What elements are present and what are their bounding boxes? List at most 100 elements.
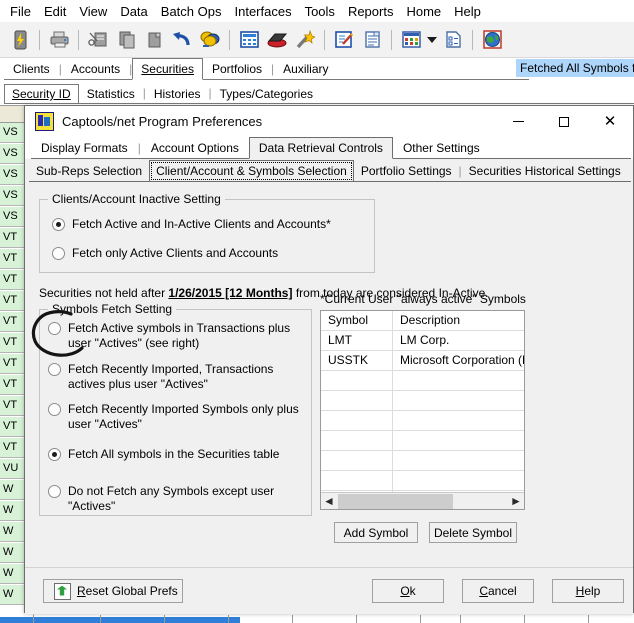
current-user-symbols-table[interactable]: SymbolDescriptionLMTLM Corp.USSTKMicroso… (320, 310, 525, 510)
menu-item-file[interactable]: File (4, 2, 38, 21)
symbols-table-cell-symbol[interactable] (321, 391, 393, 410)
symbols-table-cell-symbol[interactable] (321, 371, 393, 390)
radio-fetch-all-symbols-button[interactable] (48, 448, 61, 461)
ok-button[interactable]: Ok (372, 579, 444, 603)
symbols-table-cell-description[interactable] (393, 391, 524, 410)
symbols-table-row[interactable] (321, 371, 524, 391)
dialog-subtab-sub-reps-selection[interactable]: Sub-Reps Selection (29, 160, 149, 182)
radio-do-not-fetch-symbols[interactable]: Do not Fetch any Symbols except user "Ac… (48, 484, 306, 514)
dialog-title-bar[interactable]: Captools/net Program Preferences ✕ (25, 106, 633, 137)
dialog-subtab-portfolio-settings[interactable]: Portfolio Settings (354, 160, 459, 182)
copy-document-icon[interactable] (112, 25, 140, 55)
magic-wand-icon[interactable] (291, 25, 319, 55)
menu-item-tools[interactable]: Tools (299, 2, 342, 21)
symbols-table-horizontal-scrollbar[interactable]: ◄ ► (321, 492, 524, 509)
lightning-bolt-icon[interactable] (6, 25, 34, 55)
subtab-statistics[interactable]: Statistics (79, 84, 143, 104)
dialog-subtab-client-account-symbols-selection[interactable]: Client/Account & Symbols Selection (149, 160, 354, 182)
symbols-table-cell-symbol[interactable] (321, 451, 393, 470)
minimize-icon[interactable] (495, 106, 541, 137)
symbols-table-cell-description[interactable] (393, 371, 524, 390)
symbols-table-row[interactable] (321, 451, 524, 471)
tab-portfolios[interactable]: Portfolios (203, 58, 271, 80)
coins-icon[interactable] (196, 25, 224, 55)
symbols-table-cell-symbol[interactable] (321, 411, 393, 430)
scroll-right-icon[interactable]: ► (508, 493, 524, 509)
radio-fetch-all-symbols[interactable]: Fetch All symbols in the Securities tabl… (48, 447, 306, 462)
dialog-tab-other-settings[interactable]: Other Settings (393, 137, 490, 159)
globe-icon[interactable] (478, 25, 506, 55)
inactive-cutoff-date[interactable]: 1/26/2015 [12 Months] (168, 286, 292, 300)
subtab-statistics-label: Statistics (87, 87, 135, 101)
symbols-table-row[interactable] (321, 391, 524, 411)
symbols-table-row[interactable] (321, 471, 524, 491)
dialog-tab-data-retrieval-controls[interactable]: Data Retrieval Controls (249, 137, 393, 159)
subtab-security-id[interactable]: Security ID (4, 84, 79, 104)
undo-arrow-icon[interactable] (168, 25, 196, 55)
tab-accounts[interactable]: Accounts (62, 58, 129, 80)
menu-item-data[interactable]: Data (114, 2, 154, 21)
symbols-table-row[interactable] (321, 431, 524, 451)
radio-fetch-recently-imported-only[interactable]: Fetch Recently Imported Symbols only plu… (48, 402, 306, 432)
printer-icon[interactable] (45, 25, 73, 55)
tab-securities[interactable]: Securities (132, 58, 203, 80)
tab-auxiliary[interactable]: Auxiliary (274, 58, 337, 80)
menu-item-reports[interactable]: Reports (342, 2, 401, 21)
properties-icon[interactable] (439, 25, 467, 55)
radio-do-not-fetch-symbols-button[interactable] (48, 485, 61, 498)
symbols-table-row[interactable] (321, 411, 524, 431)
calculator-icon[interactable] (235, 25, 263, 55)
radio-fetch-recently-imported-transactions-button[interactable] (48, 363, 61, 376)
maximize-icon[interactable] (541, 106, 587, 137)
card-file-icon[interactable] (263, 25, 291, 55)
symbols-table-cell-description[interactable] (393, 451, 524, 470)
radio-fetch-recently-imported-only-button[interactable] (48, 403, 61, 416)
symbols-table-cell-description[interactable]: LM Corp. (393, 331, 524, 350)
symbols-table-cell-symbol[interactable]: LMT (321, 331, 393, 350)
dialog-subtab-securities-historical-settings[interactable]: Securities Historical Settings (462, 160, 628, 182)
radio-fetch-active-transactions-button[interactable] (48, 322, 61, 335)
report-icon[interactable] (358, 25, 386, 55)
menu-item-batch-ops[interactable]: Batch Ops (155, 2, 229, 21)
help-button[interactable]: Help (552, 579, 624, 603)
scroll-left-icon[interactable]: ◄ (321, 493, 337, 509)
radio-fetch-active-transactions[interactable]: Fetch Active symbols in Transactions plu… (48, 321, 306, 351)
symbols-table-row[interactable]: LMTLM Corp. (321, 331, 524, 351)
subtab-histories[interactable]: Histories (146, 84, 209, 104)
dialog-subtab-client-account-symbols-selection-label: Client/Account & Symbols Selection (156, 164, 347, 178)
radio-fetch-active-and-inactive-button[interactable] (52, 218, 65, 231)
menu-item-edit[interactable]: Edit (38, 2, 73, 21)
tab-clients[interactable]: Clients (4, 58, 59, 80)
edit-note-icon[interactable] (330, 25, 358, 55)
menu-item-home[interactable]: Home (400, 2, 448, 21)
symbols-table-row[interactable]: USSTKMicrosoft Corporation (E (321, 351, 524, 371)
symbols-table-cell-description[interactable] (393, 431, 524, 450)
subtab-types-categories[interactable]: Types/Categories (212, 84, 321, 104)
symbols-table-cell-description[interactable] (393, 411, 524, 430)
delete-symbol-button[interactable]: Delete Symbol (429, 522, 517, 543)
scrollbar-track[interactable] (337, 494, 508, 509)
cancel-button[interactable]: Cancel (462, 579, 534, 603)
symbols-table-cell-symbol[interactable] (321, 431, 393, 450)
dropdown-caret-icon[interactable] (425, 25, 439, 55)
paste-document-icon[interactable] (140, 25, 168, 55)
radio-fetch-recently-imported-transactions[interactable]: Fetch Recently Imported, Transactions ac… (48, 362, 306, 392)
symbols-table-cell-description[interactable] (393, 471, 524, 490)
symbols-table-cell-description[interactable]: Microsoft Corporation (E (393, 351, 524, 370)
menu-item-view[interactable]: View (73, 2, 114, 21)
dialog-tab-account-options[interactable]: Account Options (141, 137, 249, 159)
symbols-table-cell-symbol[interactable] (321, 471, 393, 490)
close-icon[interactable]: ✕ (587, 106, 633, 137)
cut-document-icon[interactable] (84, 25, 112, 55)
add-symbol-button[interactable]: Add Symbol (334, 522, 418, 543)
radio-fetch-only-active[interactable]: Fetch only Active Clients and Accounts (52, 246, 362, 261)
reset-global-prefs-button[interactable]: Reset Global Prefs (43, 579, 183, 603)
menu-item-help[interactable]: Help (448, 2, 488, 21)
dialog-tab-display-formats[interactable]: Display Formats (31, 137, 138, 159)
grid-colors-icon[interactable] (397, 25, 425, 55)
scrollbar-thumb[interactable] (338, 494, 453, 509)
radio-fetch-only-active-button[interactable] (52, 247, 65, 260)
radio-fetch-active-and-inactive[interactable]: Fetch Active and In-Active Clients and A… (52, 217, 362, 232)
menu-item-interfaces[interactable]: Interfaces (228, 2, 298, 21)
symbols-table-cell-symbol[interactable]: USSTK (321, 351, 393, 370)
